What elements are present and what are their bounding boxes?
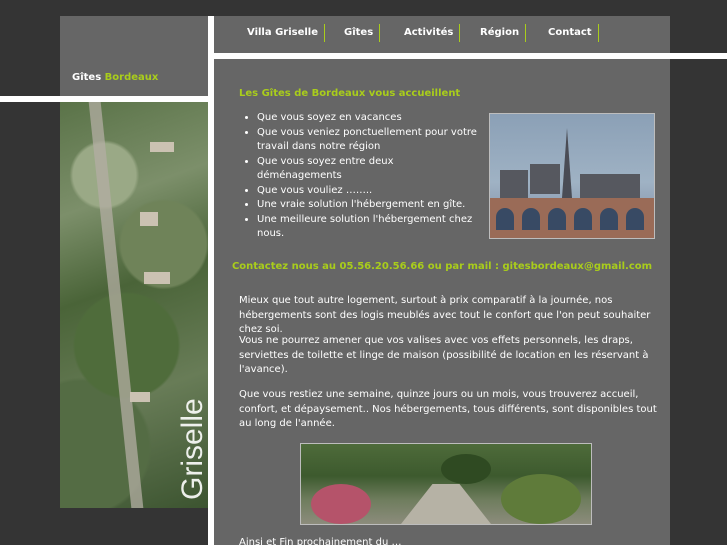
nav-gites[interactable]: Gîtes bbox=[344, 24, 381, 42]
list-item: Que vous soyez en vacances bbox=[257, 111, 477, 126]
bridge-arch bbox=[600, 208, 618, 230]
paragraph-1: Mieux que tout autre logement, surtout à… bbox=[239, 295, 651, 335]
main-content: Les Gîtes de Bordeaux vous accueillent Q… bbox=[214, 59, 670, 545]
contact-info[interactable]: Contactez nous au 05.56.20.56.66 ou par … bbox=[214, 261, 670, 272]
sidebar-header bbox=[60, 16, 208, 96]
site-logo-text[interactable]: Gîtes Bordeaux bbox=[72, 72, 158, 83]
house-shape bbox=[150, 142, 174, 152]
benefits-list: Que vous soyez en vacances Que vous veni… bbox=[241, 111, 477, 242]
list-item: Une meilleure solution l'hébergement che… bbox=[257, 213, 477, 242]
brand-part-1: Gîtes bbox=[72, 72, 102, 83]
tree-shape bbox=[441, 454, 491, 484]
bridge-arch bbox=[496, 208, 514, 230]
list-item: Que vous vouliez …….. bbox=[257, 184, 477, 199]
aerial-photo: Griselle bbox=[60, 102, 208, 508]
building-shape bbox=[530, 164, 560, 194]
list-item: Que vous soyez entre deux déménagements bbox=[257, 155, 477, 184]
bridge-arch bbox=[548, 208, 566, 230]
nav-filler bbox=[670, 16, 727, 53]
cut-off-paragraph: Ainsi et Fin prochainement du … bbox=[239, 537, 402, 545]
list-item: Une vraie solution l'hébergement en gîte… bbox=[257, 198, 477, 213]
house-shape bbox=[130, 392, 150, 402]
bush-shape bbox=[501, 474, 581, 524]
page-title: Les Gîtes de Bordeaux vous accueillent bbox=[239, 88, 461, 99]
flower-bed bbox=[311, 484, 371, 524]
bridge-arch bbox=[626, 208, 644, 230]
garden-photo bbox=[300, 443, 592, 525]
nav-villa-griselle[interactable]: Villa Griselle bbox=[247, 24, 326, 42]
bridge-arch bbox=[522, 208, 540, 230]
cathedral-spire bbox=[562, 128, 572, 198]
paragraph-2: Vous ne pourrez amener que vos valises a… bbox=[239, 335, 649, 375]
nav-contact[interactable]: Contact bbox=[548, 24, 599, 42]
paragraph-3: Que vous restiez une semaine, quinze jou… bbox=[239, 389, 657, 429]
building-shape bbox=[500, 170, 528, 200]
bridge-arch bbox=[574, 208, 592, 230]
house-shape bbox=[140, 212, 158, 226]
garden-path-shape bbox=[401, 484, 491, 524]
brand-part-2: Bordeaux bbox=[104, 72, 159, 83]
nav-region[interactable]: Région bbox=[480, 24, 527, 42]
list-item: Que vous veniez ponctuellement pour votr… bbox=[257, 126, 477, 155]
bridge-photo bbox=[489, 113, 655, 239]
nav-activites[interactable]: Activités bbox=[404, 24, 461, 42]
road-shape bbox=[88, 102, 144, 508]
top-nav: Villa Griselle Gîtes Activités Région Co… bbox=[214, 16, 670, 53]
house-shape bbox=[144, 272, 170, 284]
griselle-watermark: Griselle bbox=[176, 398, 208, 500]
